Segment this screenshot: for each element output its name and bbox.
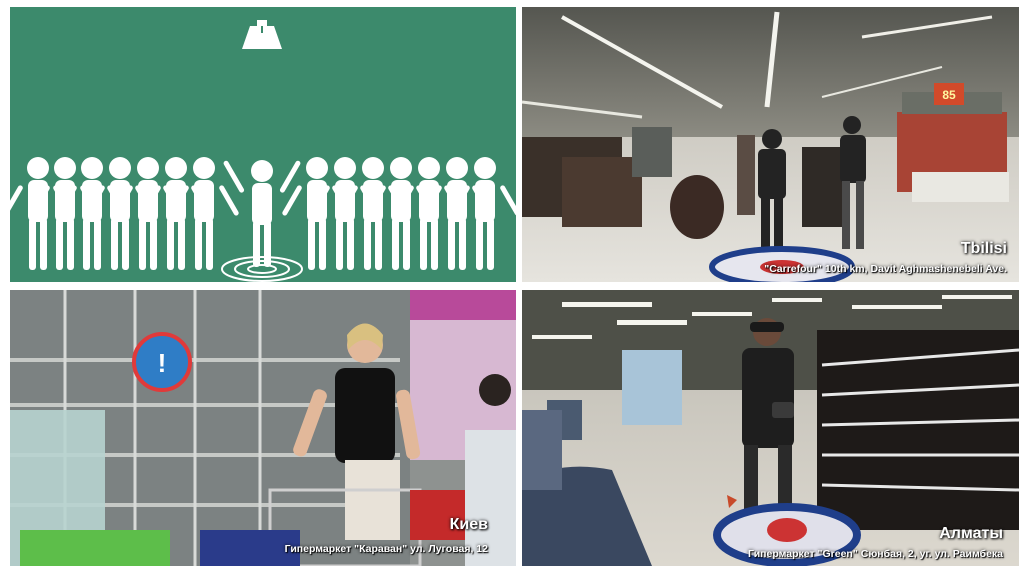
address-caption: "Carrefour" 10th km, Davit Aghmashenebel… (764, 263, 1007, 275)
kiev-photo: ! Киев Гипермаркет "Караван" ул. Луговая… (10, 290, 516, 566)
tbilisi-photo: 85 Tbilisi "Carrefour" 10th km, Davit Ag… (522, 7, 1019, 282)
svg-text:!: ! (158, 348, 167, 378)
highlighted-person-icon (221, 160, 303, 282)
illustration-panel (10, 7, 516, 282)
svg-text:85: 85 (942, 88, 956, 102)
city-label: Алматы (939, 525, 1003, 542)
kiev-store-scene: ! (10, 290, 516, 566)
crowd-illustration-icon (10, 20, 516, 282)
tbilisi-store-scene: 85 (522, 7, 1019, 282)
spotlight-icon (242, 20, 282, 49)
city-label: Киев (449, 516, 488, 533)
almaty-photo: Алматы Гипермаркет "Green" Сюнбая, 2, уг… (522, 290, 1019, 566)
address-caption: Гипермаркет "Green" Сюнбая, 2, уг. ул. Р… (748, 548, 1003, 560)
address-caption: Гипермаркет "Караван" ул. Луговая, 12 (284, 543, 488, 555)
city-label: Tbilisi (960, 240, 1007, 257)
